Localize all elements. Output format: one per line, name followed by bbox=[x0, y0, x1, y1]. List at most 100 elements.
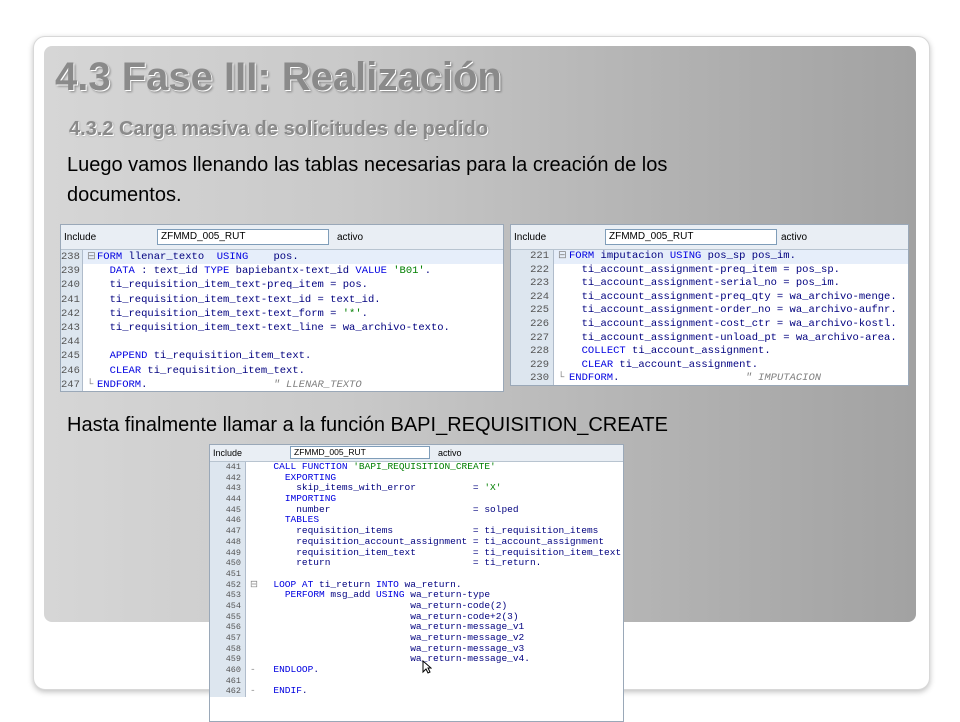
program-name-field[interactable]: ZFMMD_005_RUT bbox=[290, 446, 430, 459]
status-label: activo bbox=[781, 232, 808, 243]
code-line: 451 bbox=[210, 568, 623, 580]
gutter-mark: - bbox=[250, 685, 256, 697]
line-number: 447 bbox=[210, 526, 246, 537]
line-number: 448 bbox=[210, 536, 246, 548]
gutter-mark: └ bbox=[558, 372, 565, 385]
line-number: 225 bbox=[511, 304, 554, 318]
editor-header: Include ZFMMD_005_RUT activo bbox=[511, 225, 908, 250]
code-line: 239 DATA : text_id TYPE bapiebantx-text_… bbox=[61, 264, 503, 279]
code-lines: 221 ⊟ FORM imputacion USING pos_sp pos_im.… bbox=[511, 250, 908, 385]
code-text: CLEAR ti_requisition_item_text. bbox=[109, 364, 305, 377]
editor-header: Include ZFMMD_005_RUT activo bbox=[61, 225, 503, 250]
line-number: 456 bbox=[210, 622, 246, 633]
code-line: 238 ⊟ FORM llenar_texto USING pos. bbox=[61, 250, 503, 265]
include-label: Include bbox=[514, 232, 547, 243]
collapse-toggle-icon[interactable]: ⊟ bbox=[87, 250, 96, 264]
code-line: 225 ti_account_assignment-order_no = wa_… bbox=[511, 304, 908, 318]
code-screenshot-imputacion: Include ZFMMD_005_RUT activo 221 ⊟ FORM im… bbox=[510, 224, 909, 386]
code-line: 462- ENDIF. bbox=[210, 685, 623, 698]
line-number: 223 bbox=[511, 277, 554, 291]
line-number: 454 bbox=[210, 600, 246, 612]
line-number: 221 bbox=[511, 250, 554, 264]
paragraph-line-1: Luego vamos llenando las tablas necesari… bbox=[67, 154, 668, 176]
code-text: APPEND ti_requisition_item_text. bbox=[109, 350, 312, 363]
line-number: 443 bbox=[210, 483, 246, 495]
status-label: activo bbox=[337, 232, 364, 243]
code-text: return = ti_return. bbox=[262, 557, 542, 569]
code-text: ti_account_assignment-preq_qty = wa_arch… bbox=[569, 290, 897, 303]
line-number: 451 bbox=[210, 568, 246, 580]
code-line: 223 ti_account_assignment-serial_no = po… bbox=[511, 277, 908, 291]
code-line: 448 requisition_account_assignment = ti_… bbox=[210, 536, 623, 548]
include-label: Include bbox=[64, 232, 97, 243]
line-number: 444 bbox=[210, 494, 246, 505]
line-number: 243 bbox=[61, 320, 83, 336]
editor-header: Include ZFMMD_005_RUT activo bbox=[210, 445, 623, 462]
code-text: ti_requisition_item_text-text_form = '*'… bbox=[97, 307, 368, 320]
paragraph-bapi: Hasta finalmente llamar a la función BAP… bbox=[67, 414, 668, 436]
line-number: 245 bbox=[61, 349, 83, 364]
line-number: 241 bbox=[61, 292, 83, 307]
line-number: 228 bbox=[511, 345, 554, 359]
line-number: 455 bbox=[210, 611, 246, 623]
line-number: 244 bbox=[61, 335, 83, 350]
slide-title: 4.3 Fase III: Realización bbox=[55, 55, 502, 99]
line-number: 457 bbox=[210, 633, 246, 644]
line-number: 450 bbox=[210, 558, 246, 569]
code-text: DATA : text_id TYPE bapiebantx-text_id V… bbox=[109, 265, 432, 278]
code-line: 243 ti_requisition_item_text-text_line =… bbox=[61, 320, 503, 336]
line-number: 226 bbox=[511, 317, 554, 332]
line-number: 452 bbox=[210, 579, 246, 591]
code-lines: 441 CALL FUNCTION 'BAPI_REQUISITION_CREA… bbox=[210, 461, 623, 698]
code-line: 241 ti_requisition_item_text-text_id = t… bbox=[61, 292, 503, 307]
line-number: 239 bbox=[61, 264, 83, 279]
code-line: 460- ENDLOOP. bbox=[210, 664, 623, 676]
code-line: 230 └ ENDFORM. " IMPUTACION bbox=[511, 372, 908, 385]
code-line: 244 bbox=[61, 335, 503, 350]
code-text: ti_requisition_item_text-text_id = text_… bbox=[97, 293, 381, 306]
code-text: FORM llenar_texto USING pos. bbox=[97, 251, 299, 263]
code-screenshot-llenar-texto: Include ZFMMD_005_RUT activo 238 ⊟ FORM ll… bbox=[60, 224, 504, 392]
code-line: 226 ti_account_assignment-cost_ctr = wa_… bbox=[511, 317, 908, 332]
line-number: 240 bbox=[61, 278, 83, 293]
code-line: 227 ti_account_assignment-unload_pt = wa… bbox=[511, 331, 908, 346]
line-number: 229 bbox=[511, 358, 554, 373]
program-name-field[interactable]: ZFMMD_005_RUT bbox=[605, 229, 777, 245]
line-number: 445 bbox=[210, 504, 246, 516]
code-text: ti_requisition_item_text-text_line = wa_… bbox=[97, 321, 450, 334]
line-number: 238 bbox=[61, 250, 83, 265]
line-number: 227 bbox=[511, 331, 554, 346]
line-number: 441 bbox=[210, 462, 246, 473]
code-line: 246 CLEAR ti_requisition_item_text. bbox=[61, 363, 503, 378]
code-text: ENDLOOP. bbox=[273, 664, 320, 676]
line-number: 453 bbox=[210, 590, 246, 601]
line-number: 462 bbox=[210, 686, 246, 698]
code-line: 240 ti_requisition_item_text-preq_item =… bbox=[61, 278, 503, 293]
line-number: 449 bbox=[210, 547, 246, 559]
code-line: 242 ti_requisition_item_text-text_form =… bbox=[61, 306, 503, 321]
status-label: activo bbox=[438, 448, 462, 458]
collapse-toggle-icon[interactable]: ⊟ bbox=[558, 250, 567, 264]
slide-subtitle: 4.3.2 Carga masiva de solicitudes de ped… bbox=[69, 118, 489, 140]
code-line: 224 ti_account_assignment-preq_qty = wa_… bbox=[511, 290, 908, 305]
code-text: ENDFORM. " IMPUTACION bbox=[569, 372, 822, 385]
code-line: 221 ⊟ FORM imputacion USING pos_sp pos_im. bbox=[511, 250, 908, 264]
line-number: 224 bbox=[511, 290, 554, 305]
code-text: ENDIF. bbox=[273, 685, 308, 697]
line-number: 242 bbox=[61, 306, 83, 321]
line-number: 442 bbox=[210, 472, 246, 484]
code-text: ti_account_assignment-preq_item = pos_sp… bbox=[569, 263, 840, 276]
code-lines: 238 ⊟ FORM llenar_texto USING pos. 239 DATA… bbox=[61, 250, 503, 391]
include-label: Include bbox=[213, 448, 243, 458]
code-line: 222 ti_account_assignment-preq_item = po… bbox=[511, 263, 908, 278]
code-text: ENDFORM. " LLENAR_TEXTO bbox=[97, 378, 362, 391]
code-screenshot-bapi-call: Include ZFMMD_005_RUT activo 441 CALL FU… bbox=[209, 444, 624, 722]
collapse-toggle-icon[interactable]: ⊟ bbox=[250, 579, 258, 591]
program-name-field[interactable]: ZFMMD_005_RUT bbox=[157, 229, 329, 245]
code-text: FORM imputacion USING pos_sp pos_im. bbox=[569, 250, 796, 262]
code-text: ti_account_assignment-cost_ctr = wa_arch… bbox=[569, 317, 897, 330]
line-number: 459 bbox=[210, 654, 246, 666]
line-number: 222 bbox=[511, 263, 554, 278]
code-text: ti_account_assignment-unload_pt = wa_arc… bbox=[569, 331, 897, 344]
line-number: 446 bbox=[210, 515, 246, 527]
